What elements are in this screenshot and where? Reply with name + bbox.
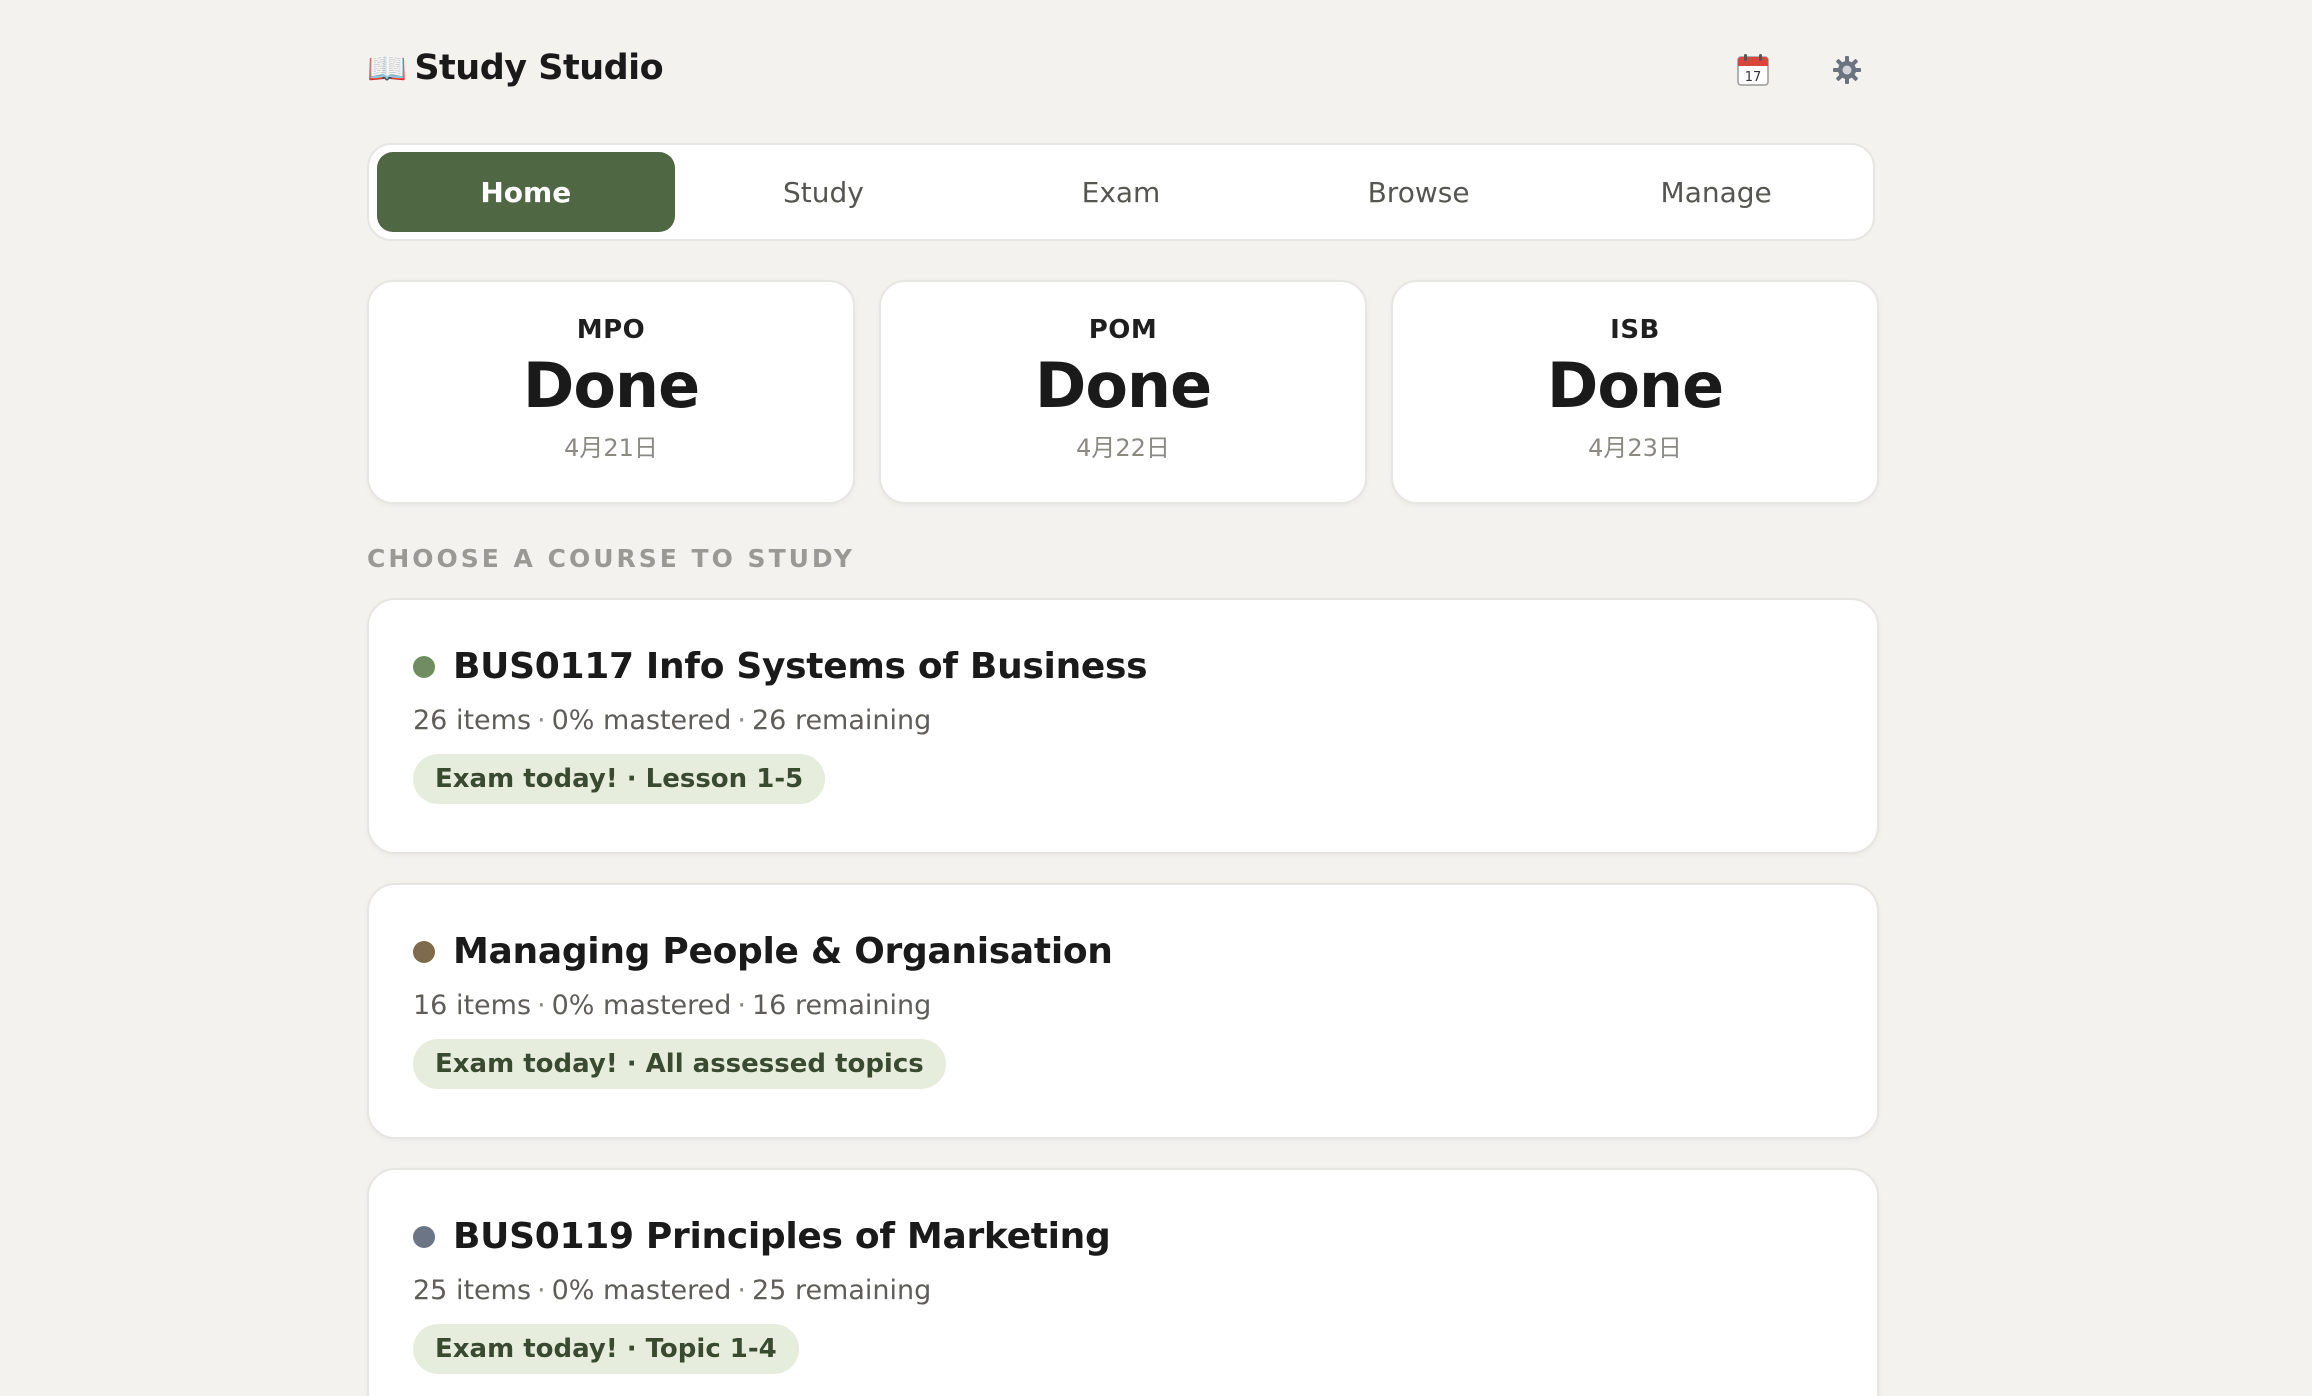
summary-card-pom: POM Done 4月22日 xyxy=(879,280,1367,504)
course-remaining: 16 remaining xyxy=(752,990,932,1021)
course-color-dot xyxy=(413,940,435,963)
course-list: BUS0117 Info Systems of Business 26 item… xyxy=(367,598,1879,1396)
summary-date: 4月21日 xyxy=(564,434,658,463)
summary-status: Done xyxy=(1546,349,1724,422)
course-title-row: BUS0119 Principles of Marketing xyxy=(413,1216,1877,1257)
course-items: 16 items xyxy=(413,990,532,1021)
main-nav: Home Study Exam Browse Manage xyxy=(367,143,1875,241)
summary-status: Done xyxy=(1034,349,1212,422)
course-remaining: 26 remaining xyxy=(752,705,932,736)
gear-icon xyxy=(1833,56,1861,84)
course-items: 25 items xyxy=(413,1275,532,1306)
separator: · xyxy=(537,705,546,736)
tab-label: Browse xyxy=(1367,175,1470,209)
course-remaining: 25 remaining xyxy=(752,1275,932,1306)
tab-manage[interactable]: Manage xyxy=(1567,152,1865,232)
course-card-managing-people[interactable]: Managing People & Organisation 16 items … xyxy=(367,883,1879,1139)
tab-label: Home xyxy=(480,175,572,209)
main-container: 📖 Study Studio 17 Home Study Exam Browse… xyxy=(367,0,1879,1396)
summary-card-isb: ISB Done 4月23日 xyxy=(1391,280,1879,504)
open-book-icon: 📖 xyxy=(367,49,407,87)
course-stats: 26 items · 0% mastered · 26 remaining xyxy=(413,705,1877,736)
tab-study[interactable]: Study xyxy=(675,152,973,232)
separator: · xyxy=(537,990,546,1021)
summary-code: ISB xyxy=(1610,315,1660,345)
summary-date: 4月22日 xyxy=(1076,434,1170,463)
summary-date: 4月23日 xyxy=(1588,434,1682,463)
tab-home[interactable]: Home xyxy=(377,152,675,232)
course-mastered: 0% mastered xyxy=(551,1275,732,1306)
course-title: Managing People & Organisation xyxy=(453,931,1113,972)
tab-browse[interactable]: Browse xyxy=(1270,152,1568,232)
course-stats: 16 items · 0% mastered · 16 remaining xyxy=(413,990,1877,1021)
header: 📖 Study Studio 17 xyxy=(367,0,1879,140)
calendar-button[interactable]: 17 xyxy=(1729,46,1777,94)
tab-label: Study xyxy=(782,175,864,209)
course-stats: 25 items · 0% mastered · 25 remaining xyxy=(413,1275,1877,1306)
app-title: Study Studio xyxy=(414,48,664,88)
course-title-row: BUS0117 Info Systems of Business xyxy=(413,646,1877,687)
settings-button[interactable] xyxy=(1823,46,1871,94)
tab-label: Manage xyxy=(1660,175,1772,209)
exam-summary: MPO Done 4月21日 POM Done 4月22日 ISB Done 4… xyxy=(367,280,1879,504)
calendar-icon: 17 xyxy=(1737,54,1769,86)
course-card-bus0119[interactable]: BUS0119 Principles of Marketing 25 items… xyxy=(367,1168,1879,1396)
course-card-bus0117[interactable]: BUS0117 Info Systems of Business 26 item… xyxy=(367,598,1879,854)
course-title: BUS0117 Info Systems of Business xyxy=(453,646,1148,687)
app-brand[interactable]: 📖 Study Studio xyxy=(367,48,664,88)
exam-badge: Exam today! · Topic 1-4 xyxy=(413,1324,799,1374)
course-color-dot xyxy=(413,655,435,678)
separator: · xyxy=(537,1275,546,1306)
course-title: BUS0119 Principles of Marketing xyxy=(453,1216,1111,1257)
summary-card-mpo: MPO Done 4月21日 xyxy=(367,280,855,504)
course-mastered: 0% mastered xyxy=(551,705,732,736)
calendar-day: 17 xyxy=(1745,70,1762,85)
course-title-row: Managing People & Organisation xyxy=(413,931,1877,972)
summary-code: MPO xyxy=(576,315,646,345)
separator: · xyxy=(737,990,746,1021)
summary-code: POM xyxy=(1088,315,1158,345)
course-color-dot xyxy=(413,1225,435,1248)
separator: · xyxy=(737,705,746,736)
separator: · xyxy=(737,1275,746,1306)
tab-label: Exam xyxy=(1081,175,1161,209)
tab-exam[interactable]: Exam xyxy=(972,152,1270,232)
course-mastered: 0% mastered xyxy=(551,990,732,1021)
exam-badge: Exam today! · Lesson 1-5 xyxy=(413,754,826,804)
course-items: 26 items xyxy=(413,705,532,736)
page: 📖 Study Studio 17 Home Study Exam Browse… xyxy=(0,0,2312,1396)
exam-badge: Exam today! · All assessed topics xyxy=(413,1039,946,1089)
summary-status: Done xyxy=(522,349,700,422)
section-heading: CHOOSE A COURSE TO STUDY xyxy=(367,544,855,573)
